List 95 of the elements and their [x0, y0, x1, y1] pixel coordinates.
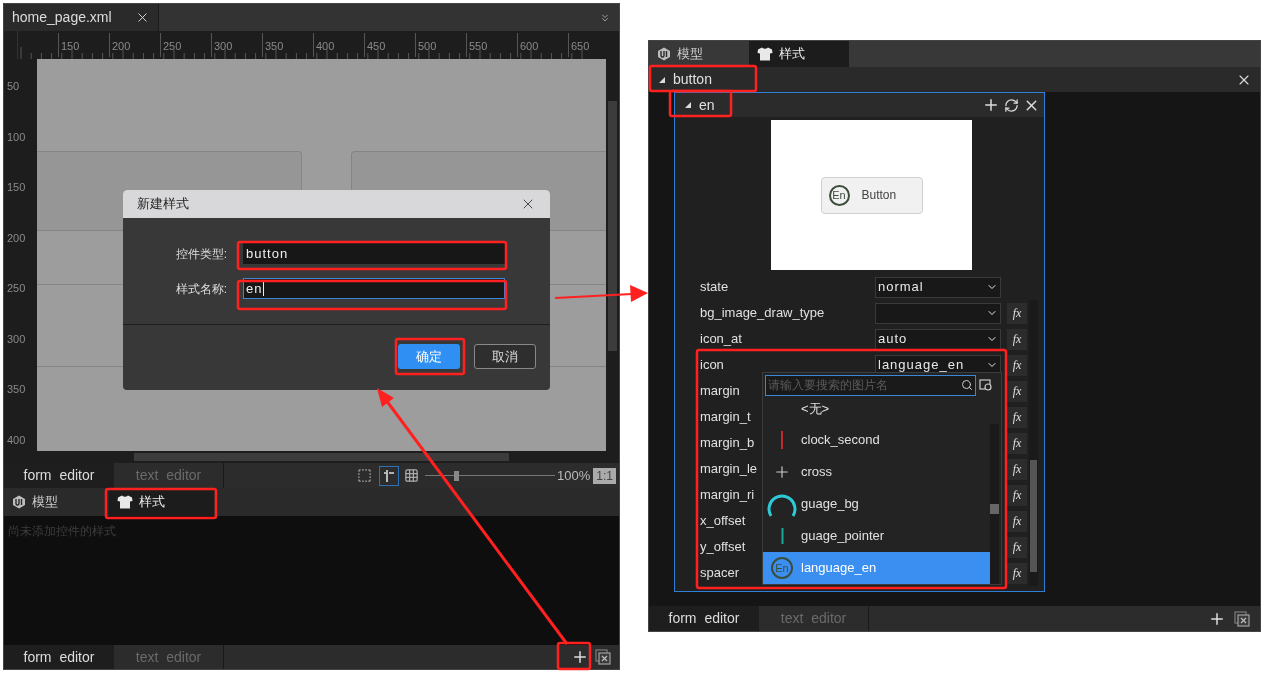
needle-icon — [780, 431, 784, 449]
ruler-label: 100 — [7, 130, 26, 143]
tree-toggle[interactable]: button — [649, 69, 712, 90]
highlight-box — [394, 337, 466, 376]
add-icon[interactable] — [571, 648, 589, 666]
actual-size-button[interactable]: 1:1 — [593, 467, 616, 484]
property-label: icon_at — [700, 330, 742, 349]
editor-tab[interactable]: form editor — [649, 606, 759, 631]
ruler-label: 600 — [520, 40, 539, 52]
ruler-label: 500 — [418, 40, 437, 52]
expression-button[interactable]: fx — [1007, 328, 1027, 350]
expression-button[interactable]: fx — [1007, 562, 1027, 584]
dialog-button[interactable]: 取消 — [474, 344, 536, 369]
expression-button[interactable]: fx — [1007, 432, 1027, 454]
ruler-label: 50 — [7, 80, 20, 92]
triangle-icon — [685, 102, 691, 108]
ruler-label: 200 — [7, 231, 26, 244]
ruler-label: 650 — [571, 40, 590, 52]
editor-tab[interactable]: form editor — [4, 463, 114, 488]
ruler-label: 150 — [7, 181, 26, 193]
dialog-title: 新建样式 — [137, 195, 189, 214]
preview-label: Button — [861, 187, 897, 204]
panel-tab[interactable]: 样式 — [109, 488, 214, 516]
zoom-percent: 100% — [557, 466, 591, 485]
close-icon[interactable] — [135, 10, 150, 25]
ruler-label: 300 — [214, 40, 233, 52]
expression-button[interactable]: fx — [1007, 302, 1027, 324]
shirt-icon — [117, 495, 133, 509]
picker-item[interactable]: cross — [763, 456, 990, 488]
align-tool-icon[interactable] — [379, 465, 400, 486]
ruler-label: 150 — [61, 40, 80, 52]
refresh-icon[interactable] — [1004, 97, 1019, 113]
expression-button[interactable]: fx — [1007, 406, 1027, 428]
expression-button[interactable]: fx — [1007, 380, 1027, 402]
text-field[interactable]: button — [243, 243, 505, 264]
shirt-icon — [757, 47, 773, 61]
highlight-box — [556, 641, 592, 671]
triangle-icon — [659, 76, 665, 83]
ruler-label: 250 — [7, 282, 26, 294]
property-label: margin — [700, 382, 740, 401]
hexagon-logo-icon — [657, 47, 671, 61]
zoom-slider[interactable] — [425, 470, 556, 481]
expression-button[interactable]: fx — [1007, 354, 1027, 376]
expression-button[interactable]: fx — [1007, 510, 1027, 532]
property-label: margin_le — [700, 460, 758, 479]
panel-tab[interactable]: 模型 — [649, 41, 749, 67]
picker-item[interactable]: guage_pointer — [763, 520, 990, 552]
field-label: 控件类型: — [175, 245, 227, 263]
ruler-label: 450 — [367, 40, 386, 52]
select-tool-icon[interactable] — [357, 468, 373, 483]
property-label: state — [700, 278, 729, 297]
ruler-label: 250 — [163, 40, 182, 52]
property-label: x_offset — [700, 512, 746, 531]
text-field[interactable]: en — [243, 278, 505, 299]
ruler-label: 400 — [7, 433, 26, 446]
property-label: icon — [700, 356, 724, 375]
expression-button[interactable]: fx — [1007, 458, 1027, 480]
ruler-label: 350 — [265, 40, 284, 52]
field-label: 样式名称: — [175, 280, 227, 298]
ruler-label: 200 — [112, 40, 131, 52]
file-tab[interactable]: home_page.xml — [4, 4, 159, 31]
property-label: spacer — [700, 564, 740, 583]
property-label: bg_image_draw_type — [700, 304, 825, 323]
property-label: y_offset — [700, 538, 746, 557]
ruler-label: 400 — [316, 40, 335, 52]
property-label: margin_t — [700, 408, 751, 427]
delete-icon[interactable] — [1234, 610, 1250, 627]
expression-button[interactable]: fx — [1007, 536, 1027, 558]
scrollbar[interactable] — [990, 424, 999, 584]
property-select[interactable]: auto — [875, 328, 1001, 350]
ruler-label: 550 — [469, 40, 488, 52]
cross-icon — [773, 463, 791, 481]
picker-item[interactable]: guage_bg — [763, 488, 990, 520]
grid-icon[interactable] — [404, 468, 420, 483]
picker-item[interactable]: clock_second — [763, 424, 990, 456]
property-label: margin_ri — [700, 486, 755, 505]
search-icon — [961, 379, 973, 392]
image-search-icon[interactable] — [979, 378, 993, 393]
expression-button[interactable]: fx — [1007, 484, 1027, 506]
chevron-icon[interactable] — [599, 11, 611, 24]
hexagon-logo-icon — [12, 495, 26, 509]
scrollbar[interactable] — [1029, 300, 1038, 586]
ruler-label: 350 — [7, 383, 26, 395]
editor-tab[interactable]: form editor — [4, 645, 114, 669]
ruler-label: 300 — [7, 332, 26, 345]
tree-toggle[interactable]: en — [675, 94, 715, 116]
panel-tab[interactable]: 模型 — [4, 488, 109, 516]
property-select[interactable]: normal — [875, 276, 1001, 298]
language-badge: En — [828, 184, 850, 206]
delete-icon[interactable] — [595, 649, 611, 665]
panel-tab[interactable]: 样式 — [749, 41, 849, 67]
picker-item[interactable]: <无> — [763, 397, 1001, 420]
language-badge: En — [771, 557, 793, 579]
add-icon[interactable] — [982, 96, 1000, 114]
property-label: margin_b — [700, 434, 755, 453]
